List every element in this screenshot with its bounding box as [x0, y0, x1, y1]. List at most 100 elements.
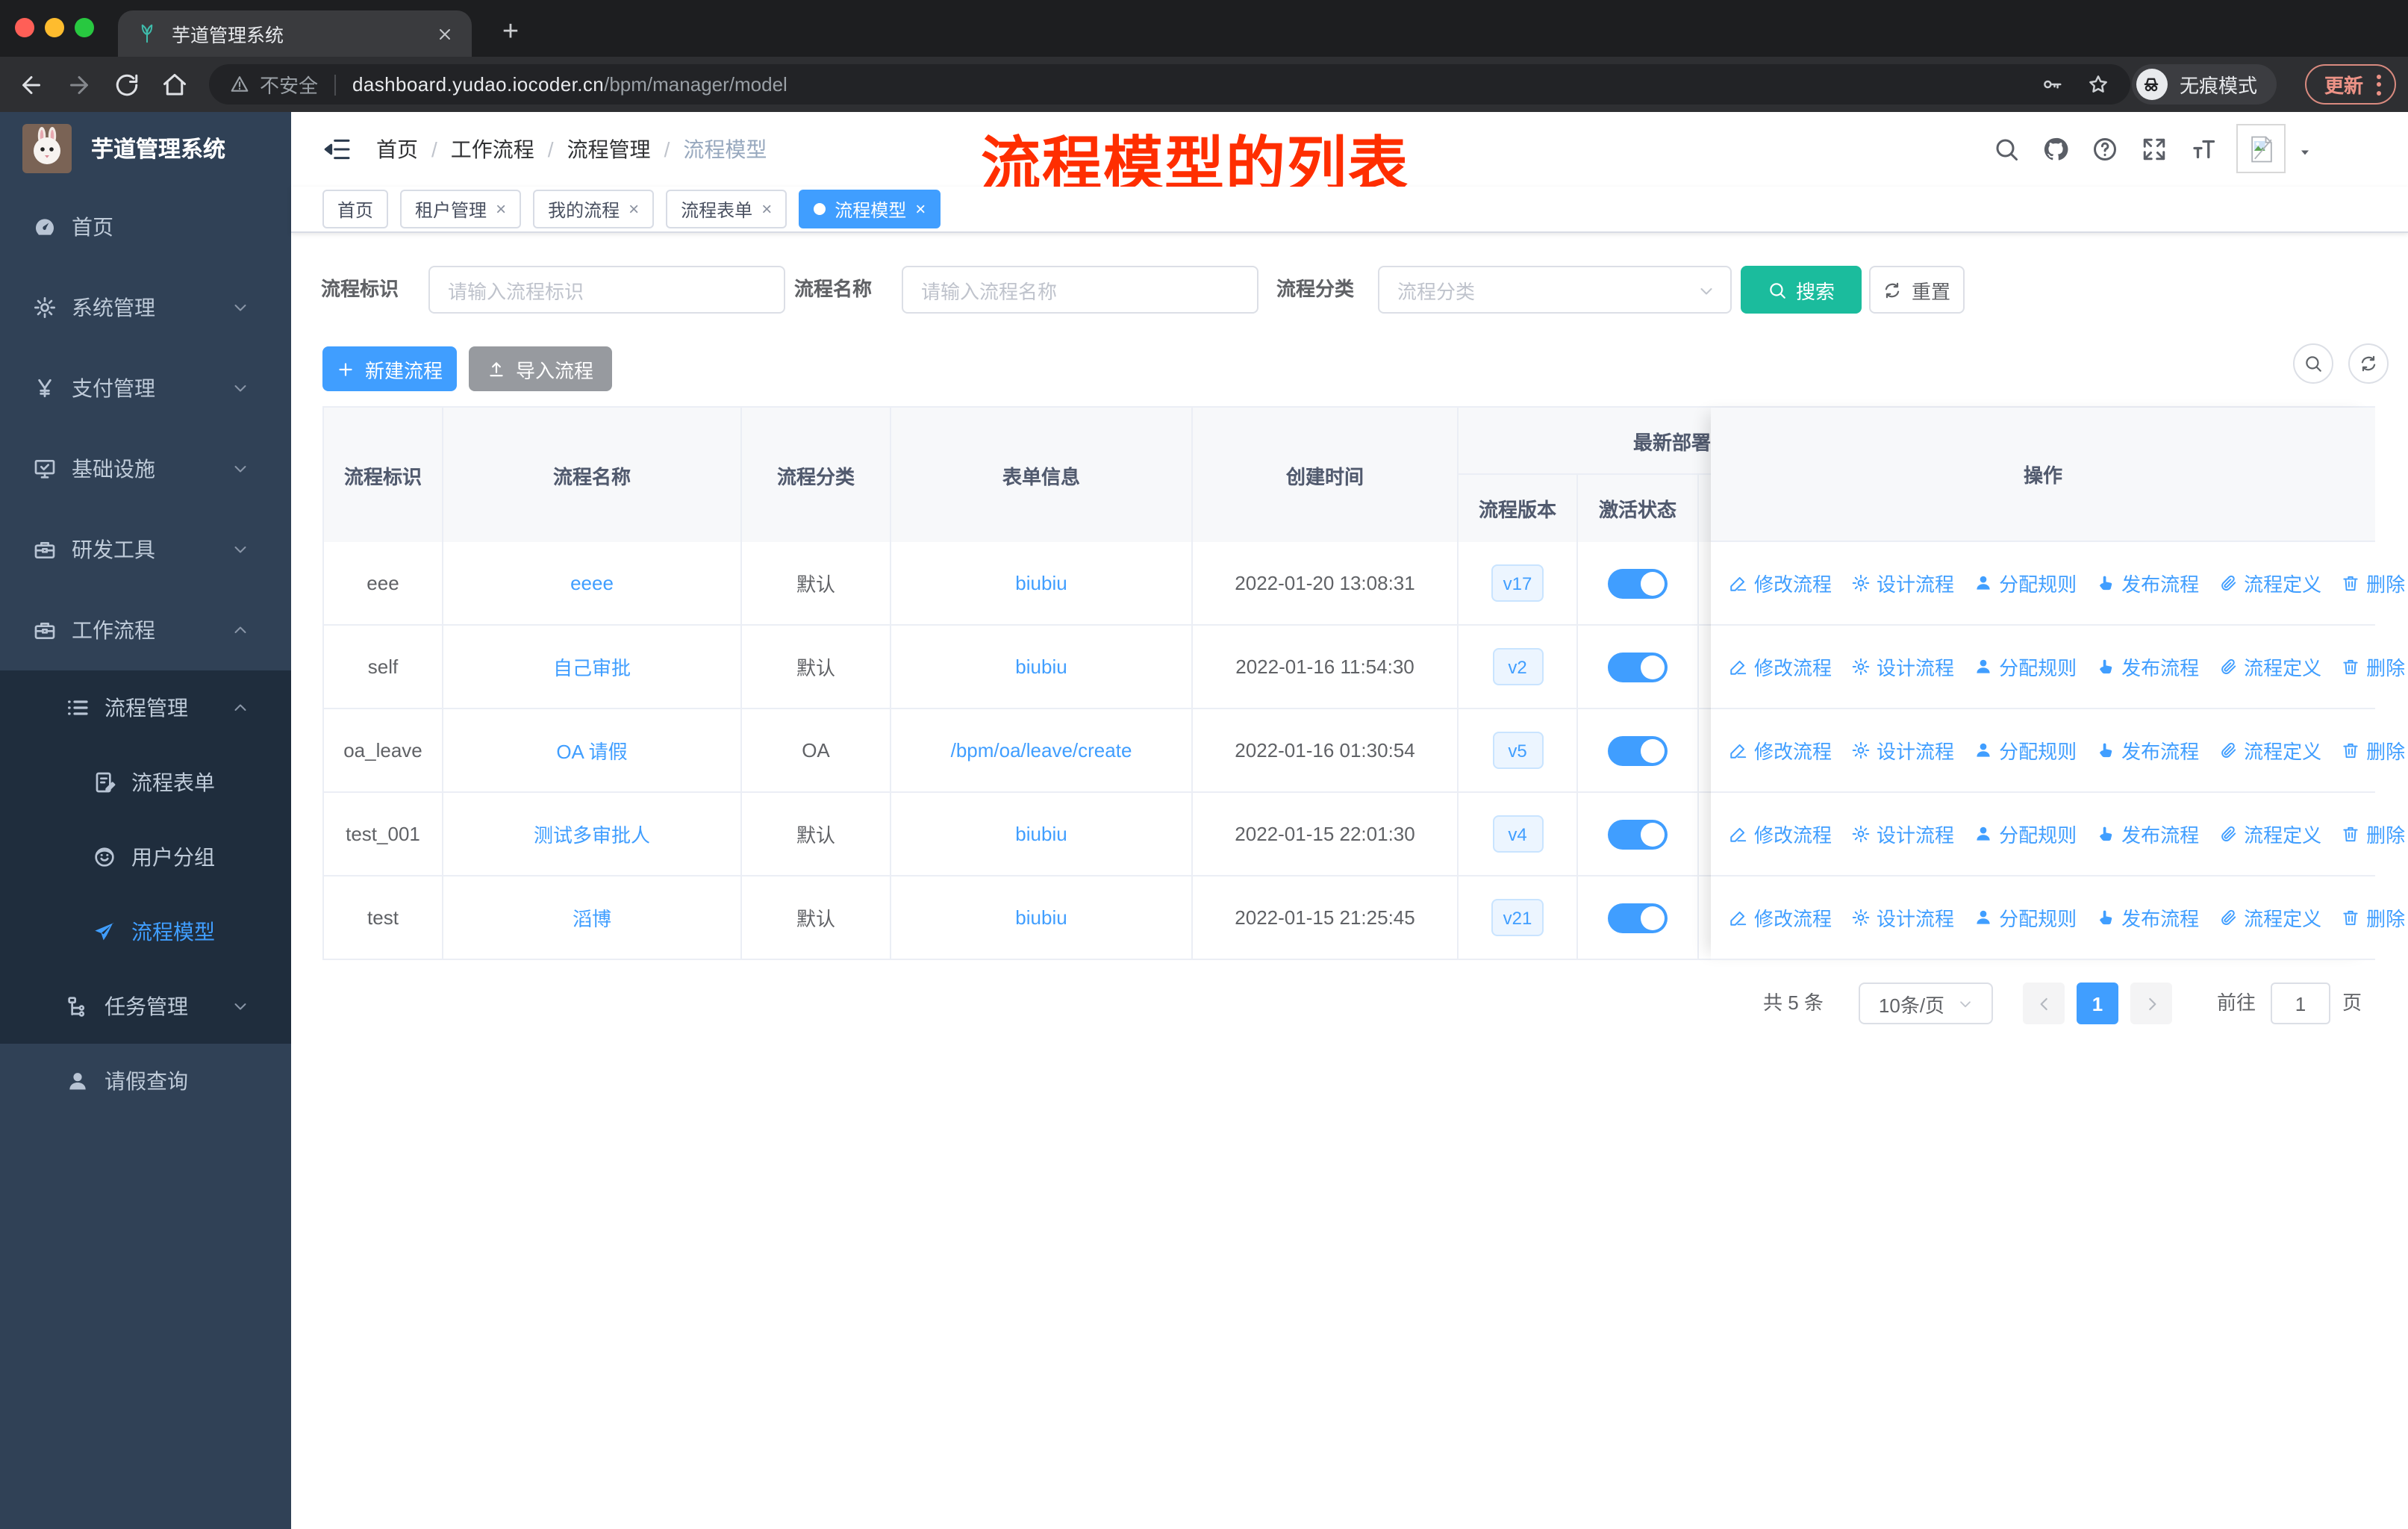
- active-toggle[interactable]: [1608, 903, 1668, 932]
- goto-page-input[interactable]: 1: [2271, 983, 2330, 1024]
- operation-link[interactable]: 分配规则: [1974, 736, 2077, 764]
- refresh-table-button[interactable]: [2348, 343, 2389, 384]
- reset-button[interactable]: 重置: [1869, 266, 1965, 314]
- operation-link[interactable]: 发布流程: [2096, 736, 2199, 764]
- sidebar-item[interactable]: 流程模型: [0, 894, 291, 969]
- operation-link[interactable]: 修改流程: [1729, 653, 1832, 681]
- operation-link[interactable]: 删除: [2341, 653, 2405, 681]
- active-toggle[interactable]: [1608, 652, 1668, 682]
- prev-page-button[interactable]: [2023, 983, 2065, 1024]
- operation-link[interactable]: 分配规则: [1974, 903, 2077, 932]
- tags-view-tab[interactable]: 我的流程 ×: [533, 190, 655, 228]
- browser-tab[interactable]: 芋道管理系统: [118, 10, 472, 57]
- operation-link[interactable]: 分配规则: [1974, 820, 2077, 848]
- filter-category-select[interactable]: 流程分类: [1378, 266, 1732, 314]
- reload-icon[interactable]: [110, 69, 142, 100]
- process-name-link[interactable]: eeee: [443, 542, 742, 626]
- tag-close-icon[interactable]: ×: [761, 199, 772, 219]
- avatar-caret-down-icon[interactable]: [2298, 145, 2312, 160]
- active-toggle[interactable]: [1608, 819, 1668, 849]
- filter-key-input[interactable]: 请输入流程标识: [428, 266, 785, 314]
- fullscreen-icon[interactable]: [2141, 136, 2168, 163]
- help-icon[interactable]: [2092, 136, 2118, 163]
- operation-link[interactable]: 修改流程: [1729, 569, 1832, 597]
- operation-link[interactable]: 发布流程: [2096, 653, 2199, 681]
- browser-menu-icon[interactable]: [2377, 74, 2381, 95]
- filter-name-input[interactable]: 请输入流程名称: [902, 266, 1258, 314]
- password-key-icon[interactable]: [2041, 73, 2063, 96]
- next-page-button[interactable]: [2130, 983, 2172, 1024]
- process-name-link-text[interactable]: eeee: [570, 572, 614, 594]
- macos-zoom-button[interactable]: [75, 18, 94, 37]
- macos-minimize-button[interactable]: [45, 18, 64, 37]
- github-icon[interactable]: [2042, 136, 2069, 163]
- sidebar-item[interactable]: 基础设施: [0, 429, 291, 509]
- operation-link[interactable]: 分配规则: [1974, 569, 2077, 597]
- operation-link[interactable]: 删除: [2341, 820, 2405, 848]
- sidebar-logo[interactable]: 芋道管理系统: [0, 112, 291, 184]
- sidebar-item[interactable]: 支付管理: [0, 348, 291, 429]
- tags-view-tab[interactable]: 租户管理 ×: [400, 190, 522, 228]
- process-name-link-text[interactable]: 自己审批: [553, 653, 631, 681]
- security-label[interactable]: 不安全: [260, 70, 318, 99]
- process-name-link-text[interactable]: 测试多审批人: [534, 820, 650, 848]
- search-button[interactable]: 搜索: [1741, 266, 1862, 314]
- operation-link[interactable]: 删除: [2341, 569, 2405, 597]
- operation-link[interactable]: 设计流程: [1851, 653, 1954, 681]
- sidebar-item[interactable]: 系统管理: [0, 267, 291, 348]
- breadcrumb-item[interactable]: 首页: [376, 134, 418, 164]
- operation-link[interactable]: 发布流程: [2096, 569, 2199, 597]
- operation-link[interactable]: 流程定义: [2218, 820, 2321, 848]
- operation-link[interactable]: 发布流程: [2096, 820, 2199, 848]
- operation-link[interactable]: 流程定义: [2218, 736, 2321, 764]
- sidebar-item[interactable]: 任务管理: [0, 969, 291, 1044]
- font-size-icon[interactable]: [2190, 136, 2217, 163]
- new-tab-button[interactable]: +: [490, 12, 531, 54]
- search-icon[interactable]: [1993, 136, 2020, 163]
- operation-link[interactable]: 流程定义: [2218, 569, 2321, 597]
- macos-close-button[interactable]: [15, 18, 34, 37]
- toggle-search-button[interactable]: [2293, 343, 2333, 384]
- back-icon[interactable]: [15, 69, 46, 100]
- form-info-link[interactable]: biubiu: [891, 793, 1193, 876]
- sidebar-item[interactable]: 流程表单: [0, 745, 291, 820]
- active-toggle[interactable]: [1608, 735, 1668, 765]
- operation-link[interactable]: 删除: [2341, 736, 2405, 764]
- collapse-sidebar-icon[interactable]: [322, 134, 352, 164]
- form-info-link[interactable]: /bpm/oa/leave/create: [891, 709, 1193, 793]
- create-process-button[interactable]: 新建流程: [322, 346, 457, 391]
- page-size-select[interactable]: 10条/页: [1859, 983, 1993, 1024]
- active-toggle[interactable]: [1608, 568, 1668, 598]
- sidebar-item[interactable]: 流程管理: [0, 670, 291, 745]
- form-info-link[interactable]: biubiu: [891, 626, 1193, 709]
- browser-update-button[interactable]: 更新: [2304, 64, 2396, 105]
- tags-view-tab[interactable]: 流程模型 ×: [799, 190, 941, 228]
- process-name-link[interactable]: 测试多审批人: [443, 793, 742, 876]
- form-info-link[interactable]: biubiu: [891, 876, 1193, 960]
- operation-link[interactable]: 设计流程: [1851, 903, 1954, 932]
- breadcrumb-item[interactable]: 流程管理: [567, 134, 651, 164]
- tags-view-tab[interactable]: 首页: [322, 190, 389, 228]
- tab-close-icon[interactable]: [436, 25, 454, 43]
- operation-link[interactable]: 设计流程: [1851, 736, 1954, 764]
- operation-link[interactable]: 发布流程: [2096, 903, 2199, 932]
- address-bar[interactable]: 不安全 dashboard.yudao.iocoder.cn /bpm/mana…: [209, 64, 2130, 105]
- import-process-button[interactable]: 导入流程: [469, 346, 612, 391]
- forward-icon[interactable]: [63, 69, 94, 100]
- avatar[interactable]: [2236, 124, 2286, 173]
- operation-link[interactable]: 流程定义: [2218, 653, 2321, 681]
- operation-link[interactable]: 设计流程: [1851, 569, 1954, 597]
- tags-view-tab[interactable]: 流程表单 ×: [666, 190, 787, 228]
- form-info-link-text[interactable]: /bpm/oa/leave/create: [951, 739, 1132, 762]
- operation-link[interactable]: 删除: [2341, 903, 2405, 932]
- form-info-link-text[interactable]: biubiu: [1015, 906, 1067, 929]
- process-name-link[interactable]: 滔博: [443, 876, 742, 960]
- process-name-link[interactable]: 自己审批: [443, 626, 742, 709]
- sidebar-item[interactable]: 工作流程: [0, 590, 291, 670]
- sidebar-item[interactable]: 研发工具: [0, 509, 291, 590]
- form-info-link-text[interactable]: biubiu: [1015, 655, 1067, 678]
- process-name-link[interactable]: OA 请假: [443, 709, 742, 793]
- tag-close-icon[interactable]: ×: [915, 199, 926, 219]
- bookmark-star-icon[interactable]: [2087, 73, 2109, 96]
- form-info-link[interactable]: biubiu: [891, 542, 1193, 626]
